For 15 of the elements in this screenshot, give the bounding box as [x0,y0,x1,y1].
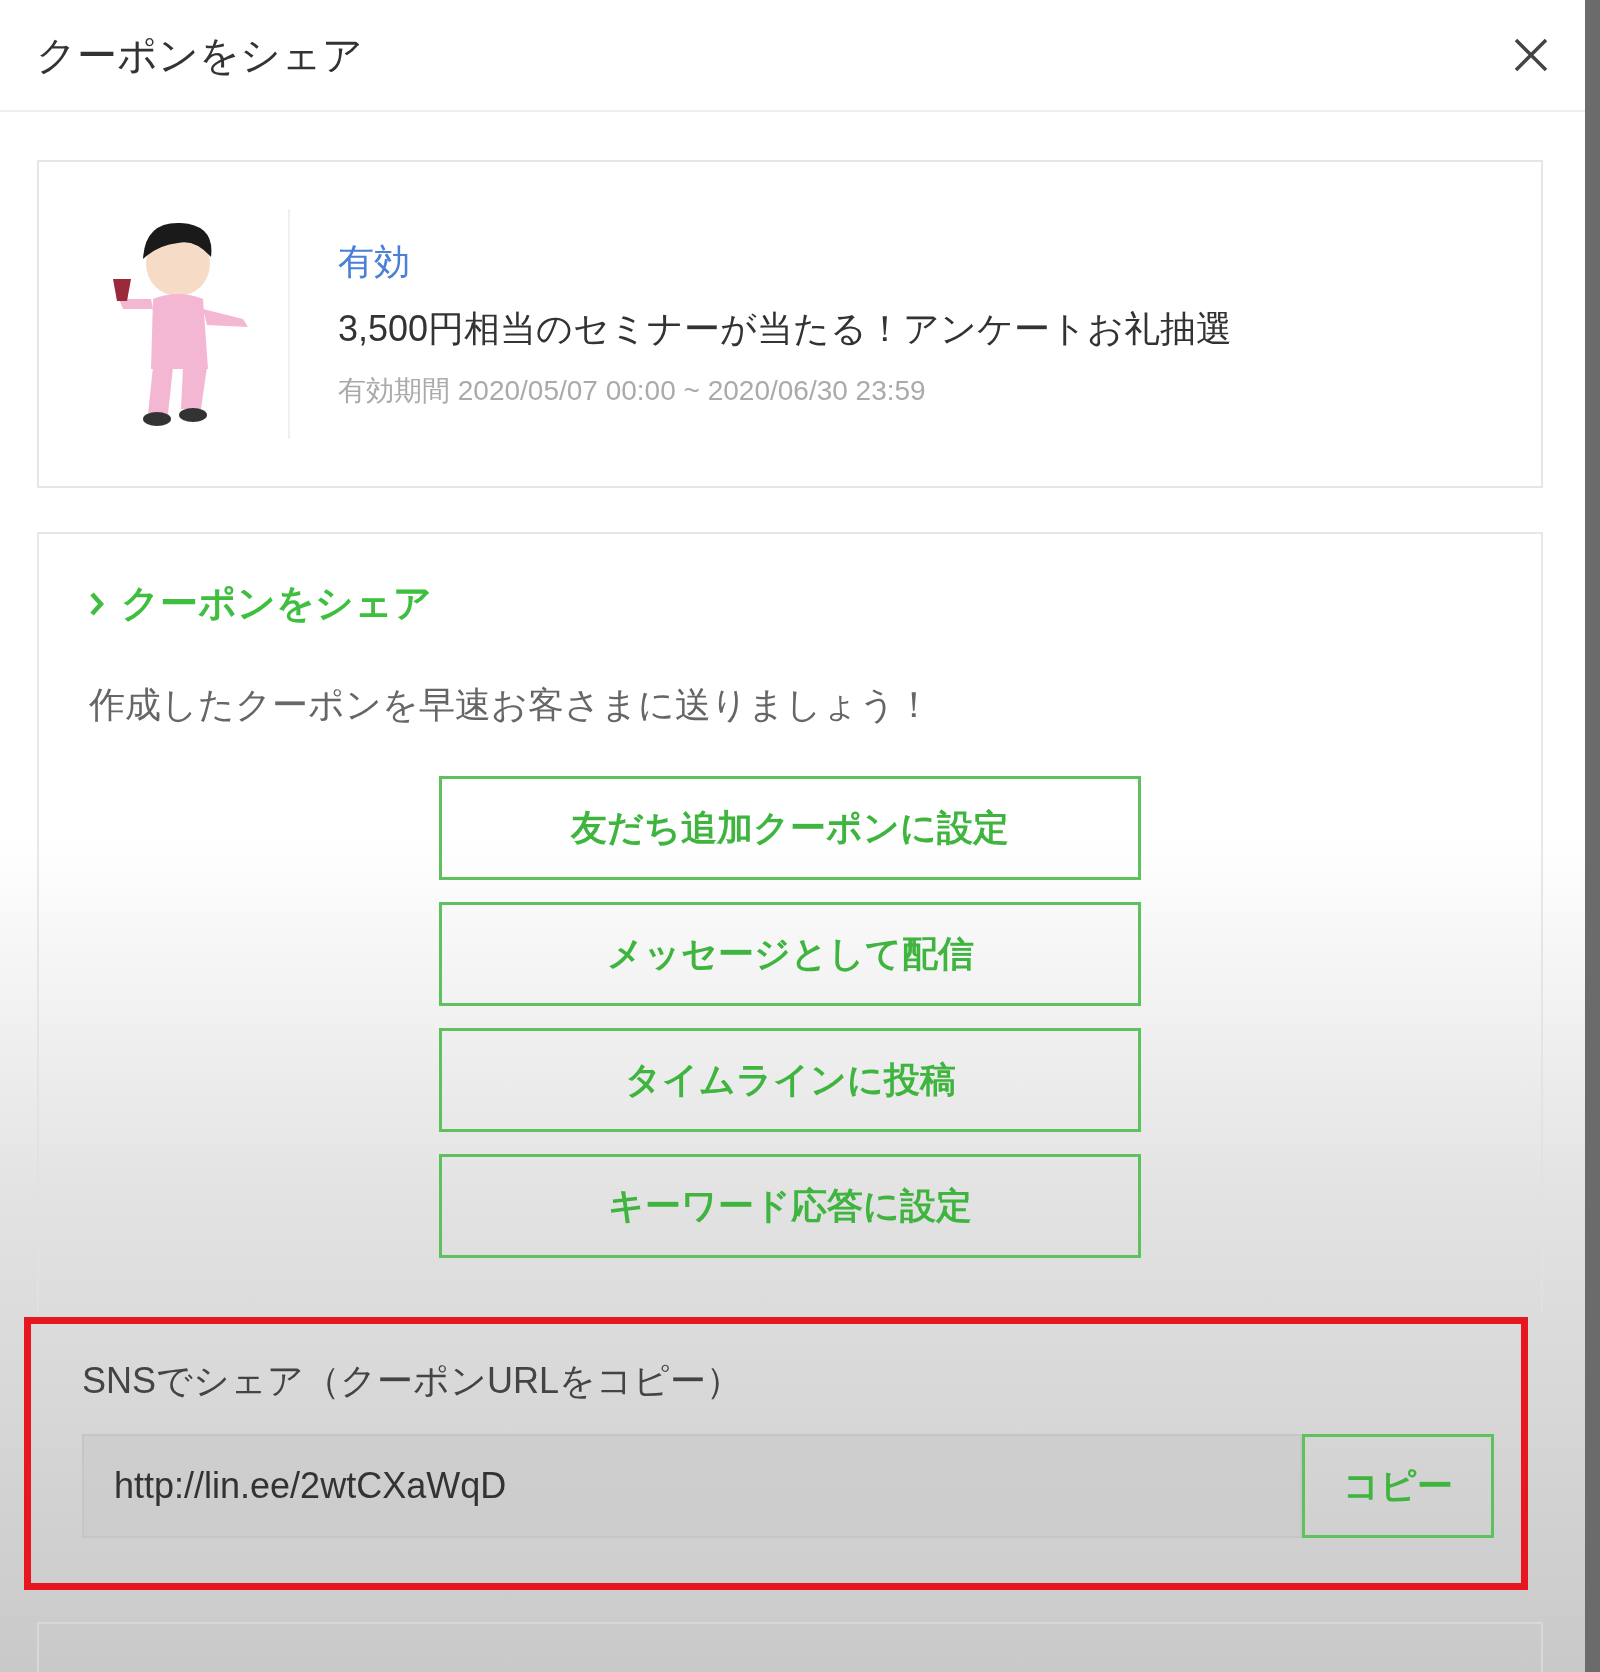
description-text: 作成したクーポンを早速お客さまに送りましょう！ [89,683,933,727]
status-label: 有効 [338,240,411,284]
share-option-button[interactable]: タイムラインに投稿 [439,1028,1141,1132]
section-heading: クーポンをシェア [121,581,432,626]
close-icon[interactable] [1513,37,1549,73]
share-option-button[interactable]: キーワード応答に設定 [439,1154,1141,1258]
url-field[interactable]: http://lin.ee/2wtCXaWqD [82,1434,1302,1538]
share-option-button[interactable]: 友だち追加クーポンに設定 [439,776,1141,880]
coupon-title: 3,500円相当のセミナーが当たる！アンケートお礼抽選 [338,307,1233,351]
copy-button[interactable]: コピー [1302,1434,1494,1538]
share-option-button[interactable]: メッセージとして配信 [439,902,1141,1006]
validity-period: 有効期間 2020/05/07 00:00 ~ 2020/06/30 23:59 [338,374,927,408]
chevron-icon [89,590,105,617]
sns-share-label: SNSでシェア（クーポンURLをコピー） [82,1359,744,1403]
dialog-title: クーポンをシェア [36,31,363,79]
